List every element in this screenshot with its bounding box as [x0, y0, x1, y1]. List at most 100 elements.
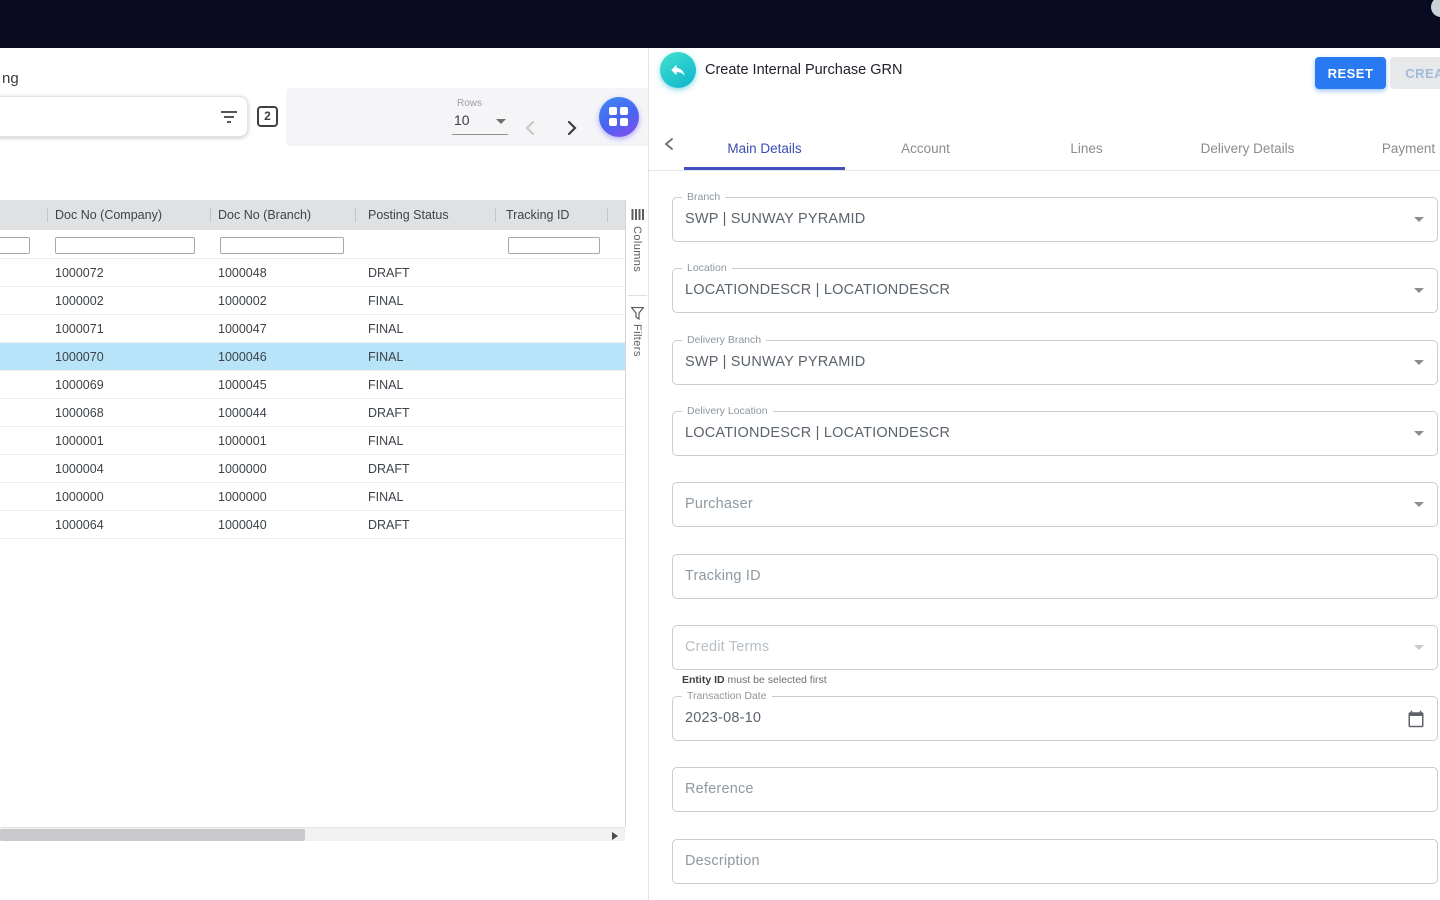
dropdown-caret-icon[interactable]	[1414, 431, 1424, 436]
previous-page-button[interactable]	[522, 119, 540, 137]
column-separator	[607, 208, 608, 222]
table-cell: DRAFT	[368, 399, 410, 427]
field-placeholder: Description	[685, 840, 760, 883]
view-columns-icon[interactable]	[631, 208, 644, 221]
table-cell: FINAL	[368, 371, 403, 399]
field-description[interactable]: Description	[672, 839, 1438, 884]
table-cell: FINAL	[368, 315, 403, 343]
calendar-icon[interactable]	[1407, 710, 1425, 728]
horizontal-scrollbar[interactable]	[0, 827, 625, 841]
table-cell: 1000001	[218, 427, 267, 455]
tab-lines[interactable]: Lines	[1006, 128, 1167, 170]
column-header-doc-no-company[interactable]: Doc No (Company)	[55, 200, 162, 230]
table-row[interactable]: 10000041000000DRAFT	[0, 455, 625, 483]
table-row[interactable]: 1000071 1000047 FINAL	[0, 315, 625, 343]
table-cell: 1000072	[55, 259, 104, 287]
field-placeholder: Purchaser	[685, 483, 753, 526]
field-placeholder: Reference	[685, 768, 754, 811]
reset-button[interactable]: RESET	[1315, 57, 1386, 89]
table-row[interactable]: 1000002 1000002 FINAL	[0, 287, 625, 315]
table-cell: 1000068	[55, 399, 104, 427]
listing-panel: ng 2 Rows 10 Doc No (Company) Doc No (Br…	[0, 48, 648, 900]
table-cell: FINAL	[368, 287, 403, 315]
field-delivery-location[interactable]: Delivery LocationLOCATIONDESCR | LOCATIO…	[672, 411, 1438, 456]
back-button[interactable]	[660, 52, 696, 88]
table-row[interactable]: 1000069 1000045 FINAL	[0, 371, 625, 399]
apps-grid-button[interactable]	[599, 97, 639, 137]
table-cell: 1000004	[55, 455, 104, 483]
user-avatar[interactable]	[1431, 0, 1440, 17]
table-cell: 1000064	[55, 511, 104, 539]
table-cell: 1000071	[55, 315, 104, 343]
column-header-doc-no-branch[interactable]: Doc No (Branch)	[218, 200, 311, 230]
table-cell: DRAFT	[368, 259, 410, 287]
tab-scroll-left-button[interactable]	[661, 135, 679, 153]
search-box	[0, 96, 248, 137]
table-cell: FINAL	[368, 483, 403, 511]
field-branch[interactable]: BranchSWP | SUNWAY PYRAMID	[672, 197, 1438, 242]
table-cell: 1000002	[218, 287, 267, 315]
table-cell: FINAL	[368, 427, 403, 455]
table-cell: 1000070	[55, 343, 104, 371]
field-value: SWP | SUNWAY PYRAMID	[685, 341, 865, 384]
side-strip-divider	[628, 295, 647, 296]
scrollbar-right-arrow[interactable]	[612, 832, 618, 840]
table-filter-row	[0, 230, 625, 259]
filter-funnel-icon[interactable]	[631, 307, 644, 320]
side-tab-columns[interactable]: Columns	[631, 226, 643, 272]
field-delivery-branch[interactable]: Delivery BranchSWP | SUNWAY PYRAMID	[672, 340, 1438, 385]
search-input[interactable]	[0, 101, 209, 132]
table-cell: 1000000	[218, 455, 267, 483]
create-button[interactable]: CREATE	[1390, 57, 1440, 89]
tab-main-details[interactable]: Main Details	[684, 128, 845, 170]
field-location[interactable]: LocationLOCATIONDESCR | LOCATIONDESCR	[672, 268, 1438, 313]
field-purchaser[interactable]: Purchaser	[672, 482, 1438, 527]
filter-list-icon[interactable]	[220, 110, 238, 124]
table-cell: DRAFT	[368, 511, 410, 539]
dropdown-caret-icon[interactable]	[1414, 217, 1424, 222]
table-cell: 1000045	[218, 371, 267, 399]
dropdown-caret-icon[interactable]	[1414, 645, 1424, 650]
table-row[interactable]: 10000721000048DRAFT	[0, 259, 625, 287]
tab-delivery-details[interactable]: Delivery Details	[1167, 128, 1328, 170]
column-header-posting-status[interactable]: Posting Status	[368, 200, 449, 230]
next-page-button[interactable]	[562, 119, 580, 137]
table-row[interactable]: 10000641000040DRAFT	[0, 511, 625, 539]
field-reference[interactable]: Reference	[672, 767, 1438, 812]
field-tracking-id[interactable]: Tracking ID	[672, 554, 1438, 599]
field-credit-terms[interactable]: Credit Terms	[672, 625, 1438, 670]
rows-per-page-label: Rows	[457, 98, 482, 109]
listing-title-partial: ng	[2, 70, 19, 87]
table-side-strip: Columns Filters	[625, 200, 648, 827]
table-cell: 1000047	[218, 315, 267, 343]
field-transaction-date[interactable]: Transaction Date2023-08-10	[672, 696, 1438, 741]
table-cell: 1000069	[55, 371, 104, 399]
tab-payment[interactable]: Payment	[1328, 128, 1440, 170]
dropdown-caret-icon[interactable]	[1414, 502, 1424, 507]
filter-input-first-column[interactable]	[0, 237, 30, 254]
form-tabs: Main DetailsAccountLinesDelivery Details…	[684, 128, 1440, 170]
field-value: SWP | SUNWAY PYRAMID	[685, 198, 865, 241]
filter-input-doc-no-branch[interactable]	[220, 237, 344, 254]
tab-account[interactable]: Account	[845, 128, 1006, 170]
field-placeholder: Tracking ID	[685, 555, 761, 598]
column-separator	[495, 208, 496, 222]
side-tab-filters[interactable]: Filters	[631, 324, 643, 357]
scrollbar-thumb[interactable]	[0, 829, 305, 841]
field-value: LOCATIONDESCR | LOCATIONDESCR	[685, 269, 950, 312]
table-cell: FINAL	[368, 343, 403, 371]
table-cell: 1000002	[55, 287, 104, 315]
table-row[interactable]: 1000001 1000001 FINAL	[0, 427, 625, 455]
page-view-icon[interactable]: 2	[257, 106, 278, 127]
column-header-tracking-id[interactable]: Tracking ID	[506, 200, 569, 230]
field-value: LOCATIONDESCR | LOCATIONDESCR	[685, 412, 950, 455]
table-cell: 1000001	[55, 427, 104, 455]
table-row[interactable]: 10000001000000FINAL	[0, 483, 625, 511]
table-row[interactable]: 10000681000044DRAFT	[0, 399, 625, 427]
filter-input-doc-no-company[interactable]	[55, 237, 195, 254]
dropdown-caret-icon[interactable]	[1414, 360, 1424, 365]
filter-input-tracking-id[interactable]	[508, 237, 600, 254]
dropdown-caret-icon[interactable]	[1414, 288, 1424, 293]
rows-caret-icon	[496, 119, 506, 124]
table-row[interactable]: 10000701000046FINAL	[0, 343, 625, 371]
